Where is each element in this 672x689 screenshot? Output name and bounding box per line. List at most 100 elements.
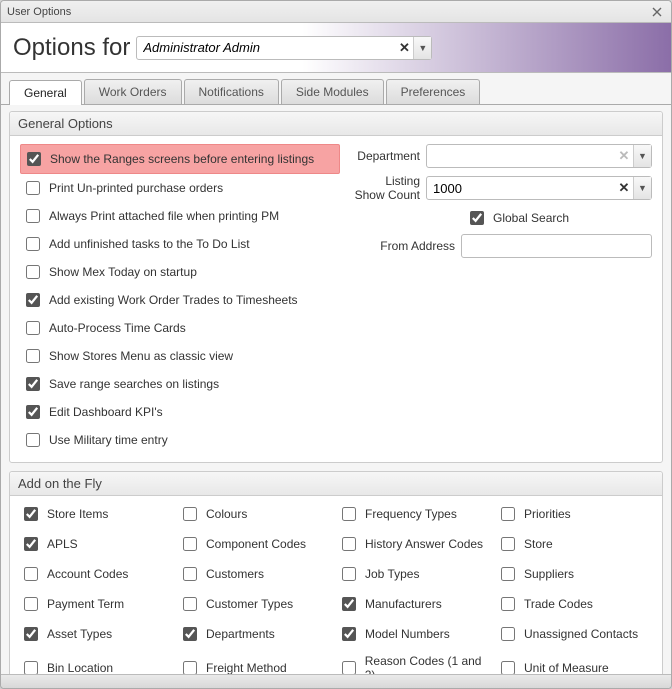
general-option-checkbox[interactable] <box>26 237 40 251</box>
fly-item-label[interactable]: Store <box>524 537 553 551</box>
general-option-label[interactable]: Show the Ranges screens before entering … <box>50 152 314 166</box>
general-option-checkbox[interactable] <box>26 265 40 279</box>
fly-item-label[interactable]: Departments <box>206 627 275 641</box>
fly-item: Store <box>497 534 652 554</box>
fly-item-checkbox[interactable] <box>501 661 515 674</box>
general-option-label[interactable]: Print Un-printed purchase orders <box>49 181 223 195</box>
general-option-checkbox[interactable] <box>26 433 40 447</box>
fly-item-checkbox[interactable] <box>183 537 197 551</box>
footer <box>1 674 671 688</box>
fly-item-label[interactable]: Asset Types <box>47 627 112 641</box>
general-option-checkbox[interactable] <box>27 152 41 166</box>
fly-item-label[interactable]: Account Codes <box>47 567 128 581</box>
user-selector[interactable]: ✕ ▼ <box>136 36 432 60</box>
fly-item-checkbox[interactable] <box>501 567 515 581</box>
general-option-checkbox[interactable] <box>26 181 40 195</box>
fly-item-checkbox[interactable] <box>183 597 197 611</box>
general-options-header: General Options <box>10 112 662 136</box>
fly-item: Unit of Measure <box>497 654 652 674</box>
general-option-label[interactable]: Save range searches on listings <box>49 377 219 391</box>
general-option-label[interactable]: Always Print attached file when printing… <box>49 209 279 223</box>
general-option-label[interactable]: Auto-Process Time Cards <box>49 321 186 335</box>
global-search-checkbox[interactable] <box>470 211 484 225</box>
tab-side-modules[interactable]: Side Modules <box>281 79 384 104</box>
fly-item-label[interactable]: History Answer Codes <box>365 537 483 551</box>
fly-item-checkbox[interactable] <box>501 627 515 641</box>
chevron-down-icon[interactable]: ▼ <box>633 145 651 167</box>
fly-item-checkbox[interactable] <box>342 507 356 521</box>
fly-item-checkbox[interactable] <box>24 507 38 521</box>
general-option-label[interactable]: Show Stores Menu as classic view <box>49 349 233 363</box>
fly-item-checkbox[interactable] <box>342 597 356 611</box>
fly-item-label[interactable]: Customer Types <box>206 597 293 611</box>
tab-preferences[interactable]: Preferences <box>386 79 481 104</box>
general-option-checkbox[interactable] <box>26 349 40 363</box>
fly-item-label[interactable]: Priorities <box>524 507 571 521</box>
fly-item-checkbox[interactable] <box>342 627 356 641</box>
fly-item-checkbox[interactable] <box>183 507 197 521</box>
fly-item-label[interactable]: Freight Method <box>206 661 287 674</box>
fly-item-checkbox[interactable] <box>183 627 197 641</box>
general-option-label[interactable]: Use Military time entry <box>49 433 168 447</box>
general-option-row: Show the Ranges screens before entering … <box>20 144 340 174</box>
fly-item-checkbox[interactable] <box>24 661 38 674</box>
fly-item-checkbox[interactable] <box>342 661 356 674</box>
fly-item: Reason Codes (1 and 2) <box>338 654 493 674</box>
clear-icon[interactable]: ✕ <box>395 40 413 56</box>
department-combo[interactable]: ✕ ▼ <box>426 144 652 168</box>
fly-item-label[interactable]: Unit of Measure <box>524 661 609 674</box>
fly-item-label[interactable]: Unassigned Contacts <box>524 627 638 641</box>
fly-item: Store Items <box>20 504 175 524</box>
fly-item-checkbox[interactable] <box>342 537 356 551</box>
fly-item-label[interactable]: Job Types <box>365 567 419 581</box>
fly-item-checkbox[interactable] <box>24 567 38 581</box>
chevron-down-icon[interactable]: ▼ <box>633 177 651 199</box>
fly-item-label[interactable]: Colours <box>206 507 247 521</box>
fly-item-checkbox[interactable] <box>183 661 197 674</box>
tab-notifications[interactable]: Notifications <box>184 79 279 104</box>
fly-item-label[interactable]: Manufacturers <box>365 597 442 611</box>
fly-item: Colours <box>179 504 334 524</box>
fly-item-checkbox[interactable] <box>501 507 515 521</box>
fly-item-label[interactable]: APLS <box>47 537 78 551</box>
fly-item-label[interactable]: Store Items <box>47 507 108 521</box>
general-option-row: Add existing Work Order Trades to Timesh… <box>20 286 340 314</box>
listing-show-count-input[interactable] <box>427 177 615 199</box>
fly-item-label[interactable]: Trade Codes <box>524 597 593 611</box>
listing-show-count-row: Listing Show Count ✕ ▼ <box>352 174 652 202</box>
fly-item-label[interactable]: Model Numbers <box>365 627 450 641</box>
general-option-checkbox[interactable] <box>26 209 40 223</box>
fly-item-label[interactable]: Component Codes <box>206 537 306 551</box>
fly-item-checkbox[interactable] <box>24 597 38 611</box>
general-option-label[interactable]: Edit Dashboard KPI's <box>49 405 163 419</box>
general-option-checkbox[interactable] <box>26 405 40 419</box>
fly-item-label[interactable]: Bin Location <box>47 661 113 674</box>
fly-item-label[interactable]: Reason Codes (1 and 2) <box>365 654 493 674</box>
tab-work-orders[interactable]: Work Orders <box>84 79 182 104</box>
fly-item-label[interactable]: Frequency Types <box>365 507 457 521</box>
fly-item-checkbox[interactable] <box>24 627 38 641</box>
fly-item-label[interactable]: Suppliers <box>524 567 574 581</box>
from-address-input[interactable] <box>461 234 652 258</box>
fly-item-checkbox[interactable] <box>342 567 356 581</box>
user-selector-input[interactable] <box>137 37 395 59</box>
clear-icon[interactable]: ✕ <box>615 180 633 196</box>
listing-show-count-combo[interactable]: ✕ ▼ <box>426 176 652 200</box>
close-icon[interactable] <box>649 5 665 19</box>
general-option-label[interactable]: Add existing Work Order Trades to Timesh… <box>49 293 298 307</box>
general-option-checkbox[interactable] <box>26 377 40 391</box>
tab-general[interactable]: General <box>9 80 82 105</box>
fly-item-checkbox[interactable] <box>501 537 515 551</box>
clear-icon[interactable]: ✕ <box>615 148 633 164</box>
fly-item-checkbox[interactable] <box>501 597 515 611</box>
department-input[interactable] <box>427 145 615 167</box>
chevron-down-icon[interactable]: ▼ <box>413 37 431 59</box>
general-option-checkbox[interactable] <box>26 321 40 335</box>
general-option-checkbox[interactable] <box>26 293 40 307</box>
fly-item-checkbox[interactable] <box>24 537 38 551</box>
fly-item-checkbox[interactable] <box>183 567 197 581</box>
general-option-label[interactable]: Show Mex Today on startup <box>49 265 197 279</box>
fly-item-label[interactable]: Customers <box>206 567 264 581</box>
general-option-label[interactable]: Add unfinished tasks to the To Do List <box>49 237 250 251</box>
fly-item-label[interactable]: Payment Term <box>47 597 124 611</box>
